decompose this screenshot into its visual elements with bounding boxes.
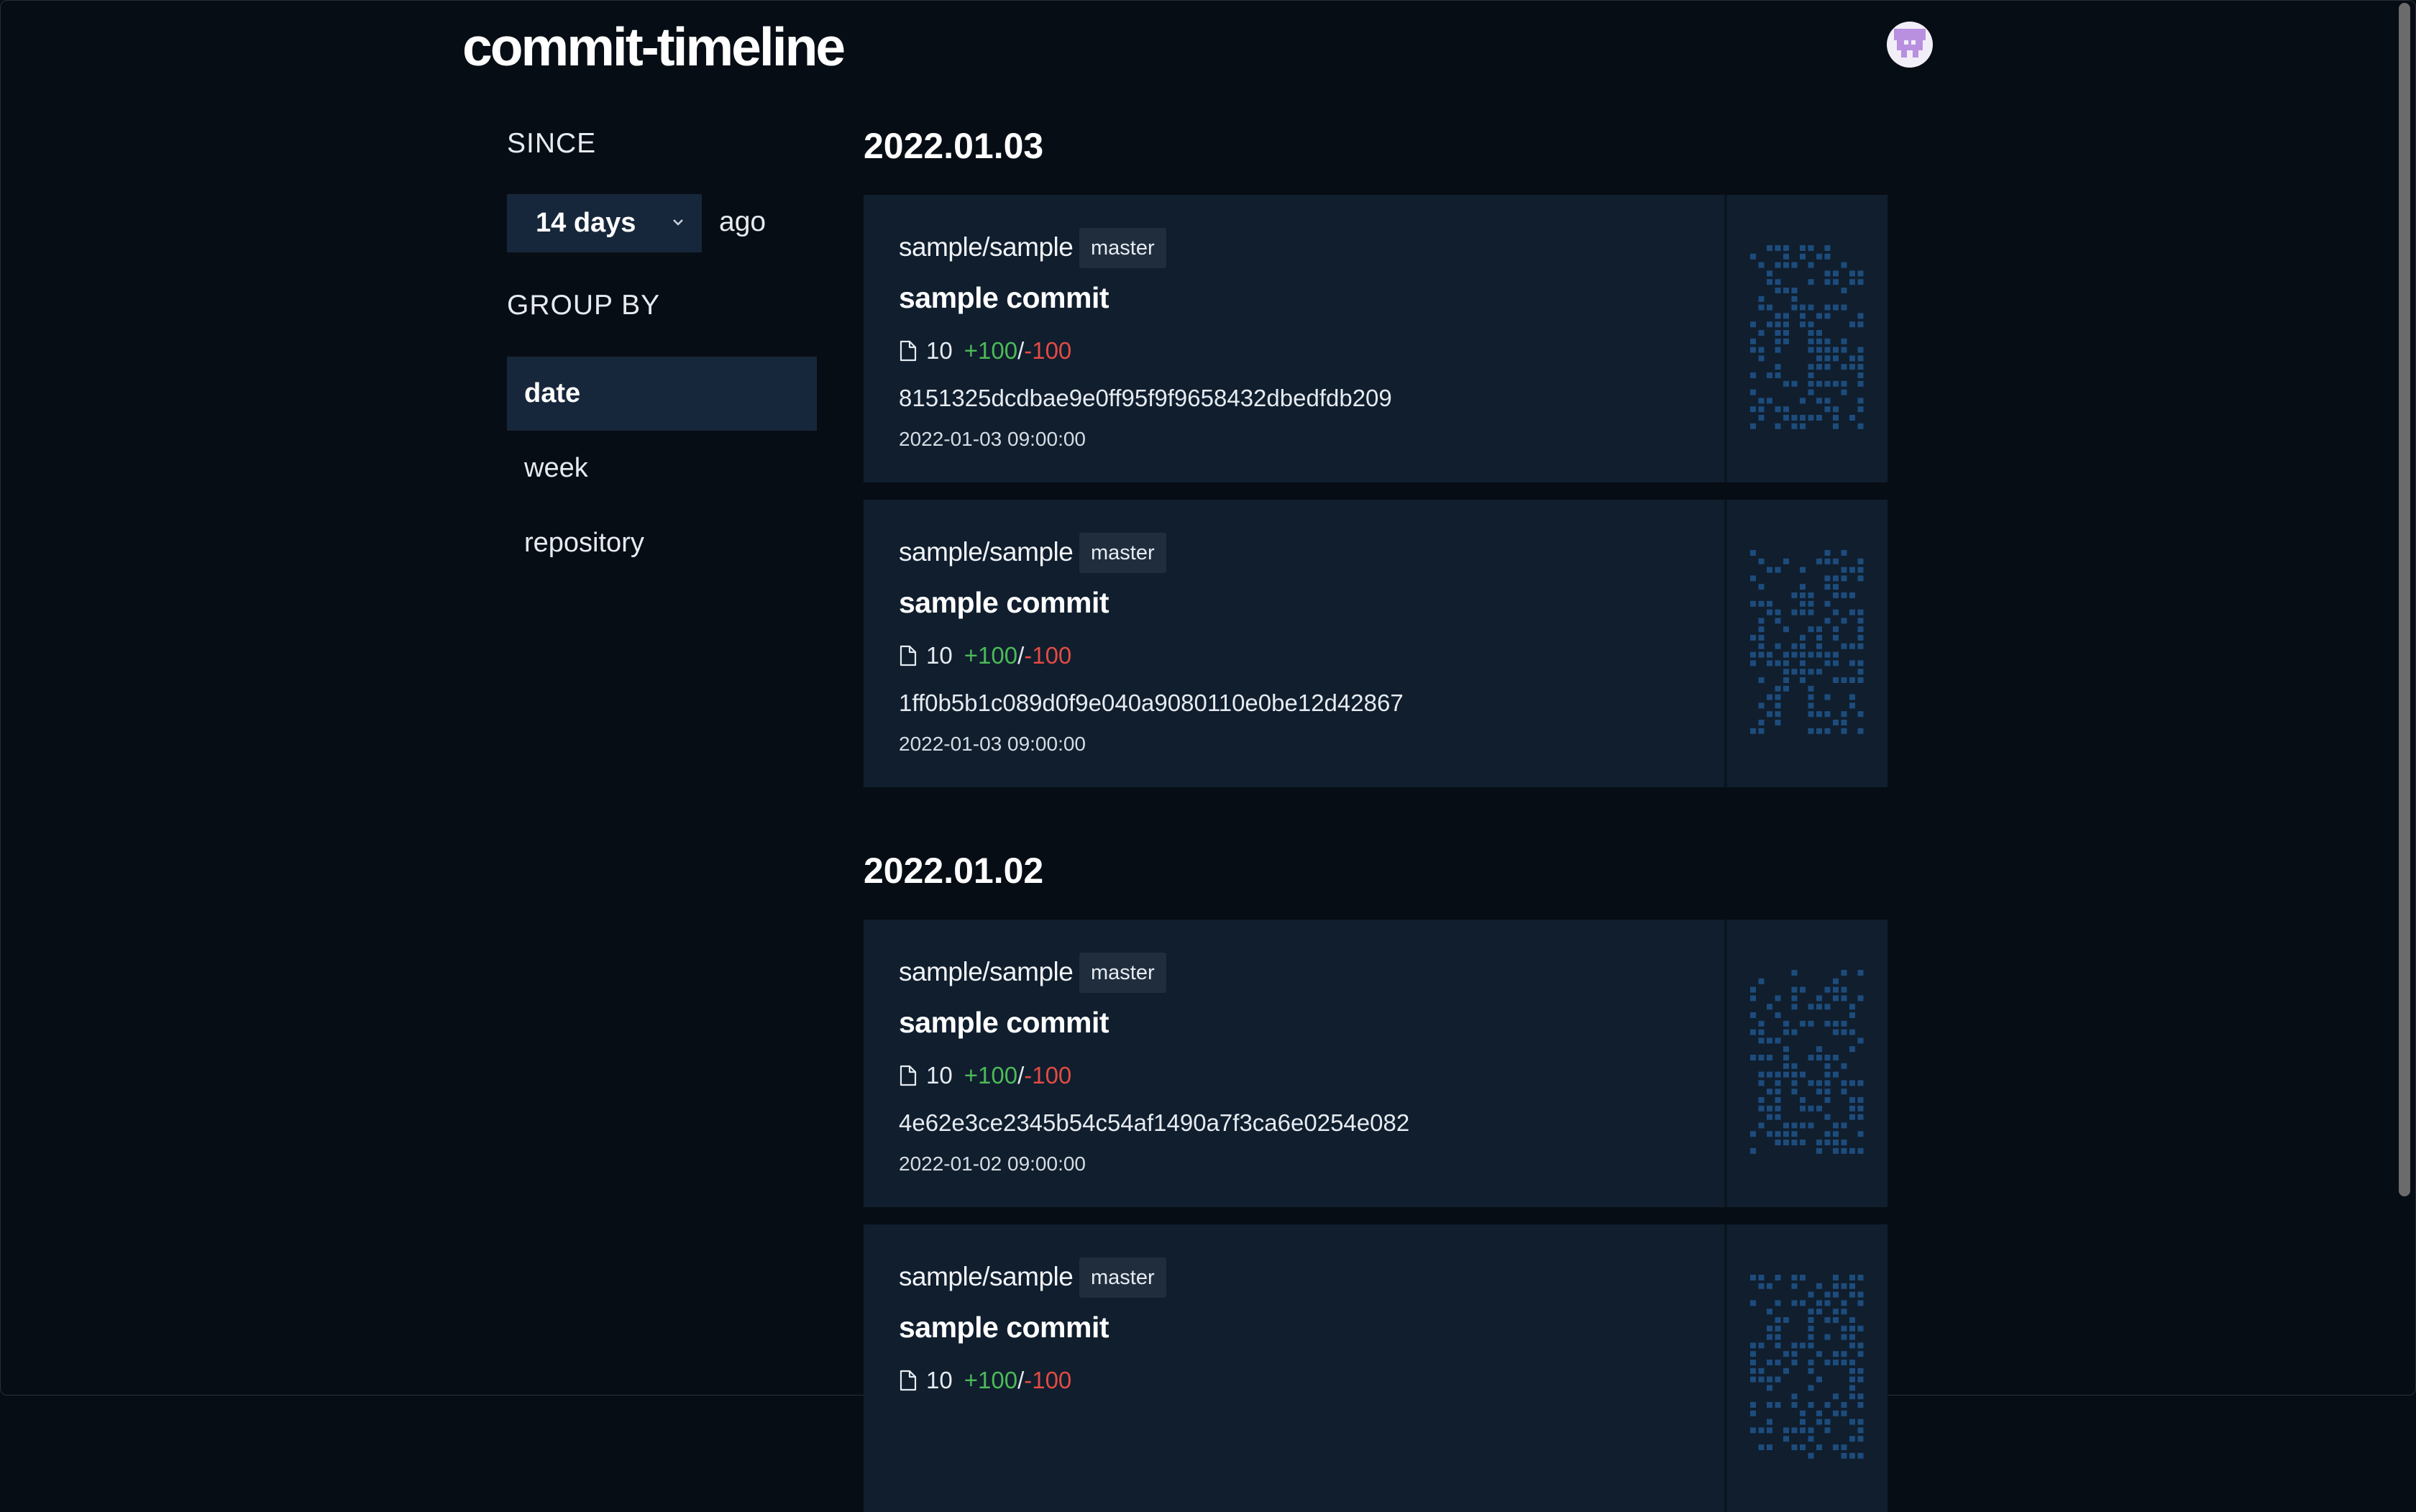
identicon (1724, 500, 1888, 787)
date-heading: 2022.01.02 (864, 851, 1044, 891)
commit-stats: 10 +100 / -100 (899, 642, 1071, 669)
deletions: -100 (1024, 1367, 1072, 1393)
group-by-option-date[interactable]: date (507, 357, 817, 431)
scrollbar-thumb[interactable] (2399, 3, 2410, 1196)
deletions: -100 (1024, 642, 1072, 669)
identicon (1724, 1224, 1888, 1512)
additions: +100 (964, 337, 1018, 364)
additions: +100 (964, 1367, 1018, 1393)
file-icon (900, 340, 917, 362)
repo-name[interactable]: sample/sample (899, 232, 1074, 262)
files-changed: 10 (926, 1367, 953, 1393)
commit-sha[interactable]: 8151325dcdbae9e0ff95f9f9658432dbedfdb209 (899, 385, 1392, 412)
commit-card[interactable]: sample/sample master sample commit 10 +1… (864, 1224, 1888, 1512)
branch-badge: master (1079, 953, 1166, 993)
identicon (1724, 920, 1888, 1207)
commit-timestamp: 2022-01-02 09:00:00 (899, 1153, 1086, 1175)
commit-sha[interactable]: 4e62e3ce2345b54c54af1490a7f3ca6e0254e082 (899, 1109, 1409, 1137)
group-by-option-repository[interactable]: repository (507, 506, 817, 580)
deletions: -100 (1024, 1062, 1072, 1089)
repo-name[interactable]: sample/sample (899, 1262, 1074, 1292)
repo-name[interactable]: sample/sample (899, 537, 1074, 567)
files-changed: 10 (926, 642, 953, 669)
deletions: -100 (1024, 337, 1072, 364)
file-icon (900, 1065, 917, 1086)
group-by-label: GROUP BY (507, 290, 661, 321)
stats-separator: / (1017, 1367, 1025, 1393)
files-changed: 10 (926, 1062, 953, 1089)
since-label: SINCE (507, 128, 597, 159)
stats-separator: / (1017, 1062, 1025, 1089)
app-title: commit-timeline (462, 17, 846, 77)
commit-timestamp: 2022-01-03 09:00:00 (899, 733, 1086, 755)
stats-separator: / (1017, 337, 1025, 364)
additions: +100 (964, 1062, 1018, 1089)
commit-card[interactable]: sample/sample master sample commit 10 +1… (864, 500, 1888, 787)
commit-message[interactable]: sample commit (899, 586, 1109, 620)
commit-card[interactable]: sample/sample master sample commit 10 +1… (864, 920, 1888, 1207)
additions: +100 (964, 642, 1018, 669)
commit-message[interactable]: sample commit (899, 1311, 1109, 1344)
commit-stats: 10 +100 / -100 (899, 337, 1071, 365)
since-select[interactable]: 14 days (507, 194, 702, 252)
commit-message[interactable]: sample commit (899, 1006, 1109, 1040)
branch-badge: master (1079, 1257, 1166, 1298)
scrollbar[interactable] (2394, 0, 2415, 1394)
repo-name[interactable]: sample/sample (899, 957, 1074, 987)
files-changed: 10 (926, 337, 953, 364)
file-icon (900, 1370, 917, 1391)
avatar-icon[interactable] (1887, 22, 1933, 68)
date-heading: 2022.01.03 (864, 126, 1044, 166)
commit-timestamp: 2022-01-03 09:00:00 (899, 428, 1086, 450)
commit-message[interactable]: sample commit (899, 281, 1109, 315)
stats-separator: / (1017, 642, 1025, 669)
commit-stats: 10 +100 / -100 (899, 1367, 1071, 1394)
identicon (1724, 195, 1888, 482)
chevron-down-icon (673, 219, 683, 226)
branch-badge: master (1079, 533, 1166, 573)
commit-card[interactable]: sample/sample master sample commit 10 +1… (864, 195, 1888, 482)
file-icon (900, 645, 917, 666)
group-by-option-week[interactable]: week (507, 431, 817, 505)
commit-stats: 10 +100 / -100 (899, 1062, 1071, 1089)
since-value: 14 days (536, 208, 636, 238)
branch-badge: master (1079, 228, 1166, 268)
commit-sha[interactable]: 1ff0b5b1c089d0f9e040a9080110e0be12d42867 (899, 689, 1404, 717)
since-suffix: ago (719, 206, 767, 237)
